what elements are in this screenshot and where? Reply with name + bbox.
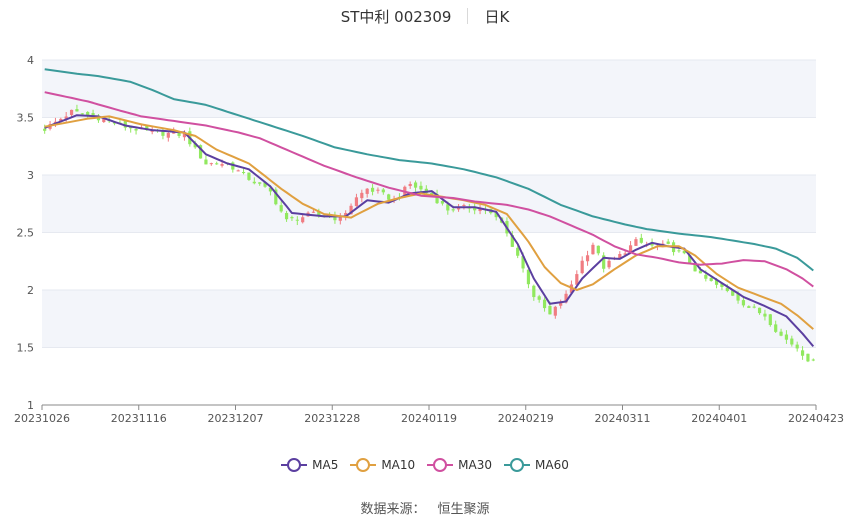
y-tick-label: 2 — [27, 284, 34, 297]
candle — [580, 256, 584, 275]
legend-item-ma60[interactable]: MA60 — [504, 458, 569, 472]
x-tick-label: 20231116 — [111, 412, 167, 425]
grid-band — [42, 175, 816, 233]
x-tick-label: 20240119 — [401, 412, 457, 425]
x-axis: 20231026 20231116 20231207 20231228 20240119… — [14, 404, 844, 425]
y-tick-label: 3.5 — [17, 112, 35, 125]
data-source: 数据来源： 恒生聚源 — [0, 498, 850, 517]
candle — [204, 155, 208, 165]
grid-bands — [42, 60, 816, 348]
x-tick-label: 20240219 — [498, 412, 554, 425]
candle — [666, 238, 670, 245]
candle — [596, 245, 600, 256]
y-tick-label: 1.5 — [17, 342, 35, 355]
legend-item-ma5[interactable]: MA5 — [281, 458, 338, 472]
grid-band — [42, 60, 816, 118]
candle — [768, 313, 772, 327]
candle — [639, 233, 643, 244]
x-tick-label: 20240311 — [595, 412, 651, 425]
candle — [811, 358, 815, 362]
x-tick-label: 20231026 — [14, 412, 70, 425]
candle — [585, 250, 590, 266]
y-tick-label: 3 — [27, 169, 34, 182]
legend-label: MA10 — [381, 458, 416, 472]
x-tick-label: 20231228 — [304, 412, 360, 425]
y-tick-label: 2.5 — [17, 227, 35, 240]
candle — [274, 187, 278, 206]
candle — [806, 353, 810, 363]
candle — [247, 172, 251, 181]
source-label: 数据来源： — [360, 502, 426, 517]
y-axis-ticks: 1 1.5 2 2.5 3 3.5 4 — [17, 54, 35, 412]
legend-label: MA60 — [535, 458, 569, 472]
legend-circle-icon — [504, 458, 531, 472]
source-value: 恒生聚源 — [437, 502, 490, 517]
y-tick-label: 4 — [27, 54, 34, 67]
candle — [602, 252, 606, 273]
candle — [607, 258, 611, 270]
candle — [526, 269, 531, 289]
legend-label: MA30 — [458, 458, 493, 472]
x-tick-label: 20240401 — [691, 412, 747, 425]
candle — [231, 161, 235, 173]
candle — [591, 242, 595, 255]
candlestick-chart: 11.522.533.54 20231026 20231116 20231207 20… — [14, 54, 844, 425]
legend-circle-icon — [427, 458, 454, 472]
legend-item-ma10[interactable]: MA10 — [350, 458, 415, 472]
candle — [209, 162, 213, 166]
candle — [236, 169, 240, 172]
legend-circle-icon — [350, 458, 377, 472]
legend-label: MA5 — [312, 458, 339, 472]
candle — [215, 161, 219, 165]
candle — [634, 237, 638, 246]
x-tick-label: 20240423 — [788, 412, 844, 425]
grid-band — [42, 290, 816, 348]
legend-item-ma30[interactable]: MA30 — [427, 458, 492, 472]
legend: MA5 MA10 MA30 MA60 — [0, 458, 850, 475]
legend-circle-icon — [281, 458, 308, 472]
candle — [166, 132, 170, 142]
y-tick-label: 1 — [27, 399, 34, 412]
candle — [800, 346, 805, 360]
x-tick-label: 20231207 — [208, 412, 264, 425]
